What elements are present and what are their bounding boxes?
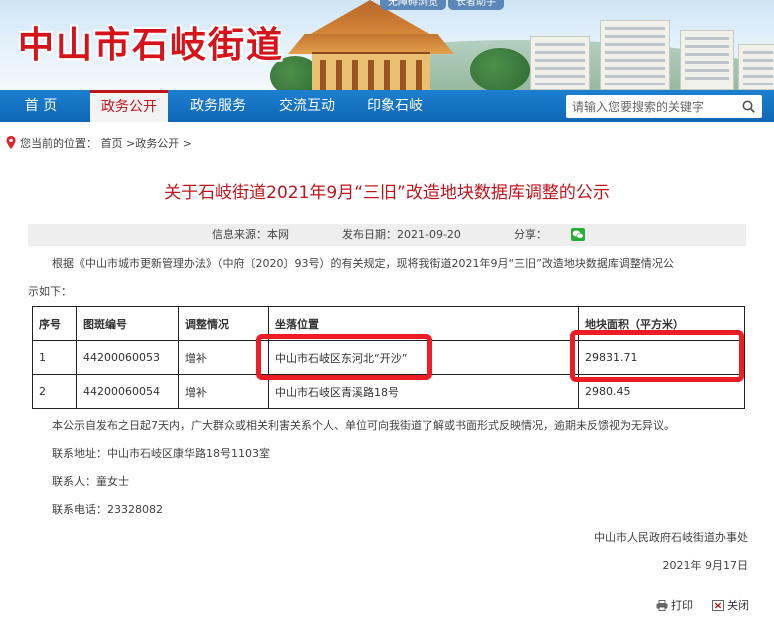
cell-parcel-id: 44200060054 bbox=[76, 374, 179, 409]
breadcrumb-section[interactable]: 政务公开 bbox=[135, 137, 179, 150]
date-label: 发布日期： bbox=[342, 228, 397, 241]
search-icon[interactable] bbox=[742, 100, 755, 113]
col-header-area: 地块面积（平方米） bbox=[578, 306, 745, 341]
cell-location: 中山市石岐区青溪路18号 bbox=[268, 374, 579, 409]
elder-assistant-link[interactable]: 长者助手 bbox=[448, 0, 504, 10]
table-header-row: 序号 图斑编号 调整情况 坐落位置 地块面积（平方米） bbox=[32, 306, 745, 341]
banner-building bbox=[600, 20, 670, 90]
source-value: 本网 bbox=[267, 228, 289, 241]
nav-government-services[interactable]: 政务服务 bbox=[180, 90, 256, 122]
article-title: 关于石岐街道2021年9月“三旧”改造地块数据库调整的公示 bbox=[164, 183, 610, 203]
adjustment-table: 序号 图斑编号 调整情况 坐落位置 地块面积（平方米） 1 4420006005… bbox=[32, 306, 745, 409]
banner-tree bbox=[470, 48, 530, 90]
close-window-icon bbox=[712, 600, 724, 611]
signature: 中山市人民政府石岐街道办事处 bbox=[594, 531, 748, 544]
source-label: 信息来源： bbox=[212, 228, 267, 241]
article-meta: 信息来源：本网 发布日期：2021-09-20 分享： bbox=[28, 224, 746, 246]
print-label: 打印 bbox=[671, 599, 693, 612]
cell-parcel-id: 44200060053 bbox=[76, 340, 179, 375]
cell-location: 中山市石岐区东河北“开沙” bbox=[268, 340, 579, 375]
breadcrumb-home[interactable]: 首页 bbox=[101, 137, 123, 150]
signature-date: 2021年 9月17日 bbox=[662, 559, 749, 572]
contact-phone: 联系电话：23328082 bbox=[52, 503, 163, 516]
date-value: 2021-09-20 bbox=[397, 228, 461, 241]
contact-address: 联系地址：中山市石岐区康华路18号1103室 bbox=[52, 447, 270, 460]
publish-date: 发布日期：2021-09-20 bbox=[342, 224, 461, 246]
search-input[interactable] bbox=[572, 95, 738, 118]
nav-impression[interactable]: 印象石岐 bbox=[356, 90, 434, 122]
source-info: 信息来源：本网 bbox=[212, 224, 289, 246]
pavilion-roof-lower bbox=[288, 34, 454, 54]
col-header-index: 序号 bbox=[32, 306, 77, 341]
location-pin-icon bbox=[6, 136, 16, 149]
nav-home[interactable]: 首 页 bbox=[6, 90, 76, 122]
breadcrumb: 您当前的位置： 首页 >政务公开 > bbox=[6, 136, 192, 152]
site-title: 中山市石岐街道 bbox=[18, 25, 285, 66]
col-header-adjustment: 调整情况 bbox=[178, 306, 269, 341]
cell-area: 2980.45 bbox=[578, 374, 745, 409]
breadcrumb-label: 您当前的位置： bbox=[20, 137, 97, 150]
pavilion bbox=[312, 52, 430, 90]
table-row: 2 44200060054 增补 中山市石岐区青溪路18号 2980.45 bbox=[32, 374, 745, 409]
breadcrumb-separator: > bbox=[126, 137, 136, 150]
nav-interaction[interactable]: 交流互动 bbox=[268, 90, 346, 122]
print-link[interactable]: 打印 bbox=[656, 597, 693, 613]
cell-adjustment: 增补 bbox=[178, 340, 269, 375]
nav-government-affairs[interactable]: 政务公开 bbox=[90, 90, 168, 122]
cell-index: 1 bbox=[32, 340, 77, 375]
contact-person: 联系人：童女士 bbox=[52, 475, 129, 488]
cell-adjustment: 增补 bbox=[178, 374, 269, 409]
close-label: 关闭 bbox=[727, 599, 749, 612]
accessibility-link[interactable]: 无障碍浏览 bbox=[380, 0, 446, 10]
cell-index: 2 bbox=[32, 374, 77, 409]
breadcrumb-trail: > bbox=[182, 137, 192, 150]
intro-paragraph: 根据《中山市城市更新管理办法》（中府〔2020〕93号）的有关规定，现将我街道2… bbox=[52, 257, 674, 270]
notice-paragraph: 本公示自发布之日起7天内，广大群众或相关利害关系个人、单位可向我街道了解或书面形… bbox=[52, 419, 675, 432]
search-box bbox=[566, 95, 762, 118]
banner-building bbox=[530, 36, 590, 90]
col-header-parcel-id: 图斑编号 bbox=[76, 306, 179, 341]
header-banner: 中山市石岐街道 无障碍浏览 长者助手 bbox=[0, 0, 774, 90]
wechat-share-icon[interactable] bbox=[571, 228, 585, 241]
printer-icon bbox=[656, 600, 668, 611]
table-row: 1 44200060053 增补 中山市石岐区东河北“开沙” 29831.71 bbox=[32, 340, 745, 375]
share-label: 分享： bbox=[514, 228, 547, 241]
banner-building bbox=[680, 30, 734, 90]
top-badges: 无障碍浏览 长者助手 bbox=[380, 0, 504, 12]
cell-area: 29831.71 bbox=[578, 340, 745, 375]
page: 中山市石岐街道 无障碍浏览 长者助手 首 页 政务公开 政务服务 交流互动 印象… bbox=[0, 0, 774, 624]
col-header-location: 坐落位置 bbox=[268, 306, 579, 341]
close-link[interactable]: 关闭 bbox=[712, 597, 749, 613]
banner-building bbox=[738, 44, 774, 90]
intro-paragraph-cont: 示如下： bbox=[28, 285, 72, 298]
